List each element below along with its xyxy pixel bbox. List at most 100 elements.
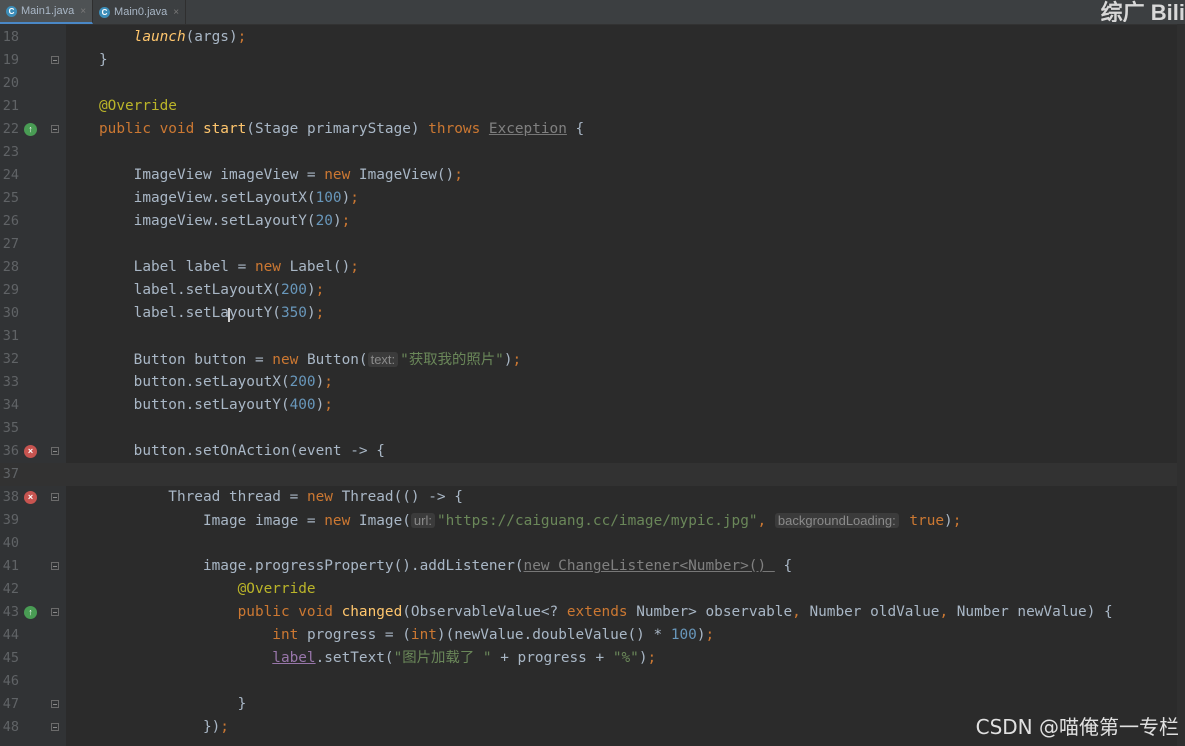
line-number[interactable]: 31 xyxy=(0,325,19,348)
close-icon[interactable]: × xyxy=(80,6,86,17)
line-number[interactable]: 18 xyxy=(0,26,19,49)
code-token: @Override xyxy=(99,98,177,114)
code-token: .setText( xyxy=(315,650,394,666)
line-number[interactable]: 22 xyxy=(0,118,19,141)
code-token: Exception xyxy=(488,121,567,137)
line-number[interactable]: 37 xyxy=(0,463,19,486)
code-line[interactable]: 19} xyxy=(0,49,1185,72)
line-number[interactable]: 27 xyxy=(0,233,19,256)
vertical-scrollbar[interactable] xyxy=(1177,24,1185,746)
fold-toggle-icon[interactable] xyxy=(51,608,59,616)
line-number[interactable]: 20 xyxy=(0,72,19,95)
line-number[interactable]: 26 xyxy=(0,210,19,233)
close-icon[interactable]: × xyxy=(173,7,179,18)
line-number[interactable]: 38 xyxy=(0,486,19,509)
fold-toggle-icon[interactable] xyxy=(51,56,59,64)
code-line[interactable]: 31 xyxy=(0,325,1185,348)
line-number[interactable]: 42 xyxy=(0,578,19,601)
code-token: int xyxy=(99,627,307,643)
error-icon[interactable]: × xyxy=(24,491,37,504)
code-line[interactable]: 26 imageView.setLayoutY(20); xyxy=(0,210,1185,233)
code-editor[interactable]: 18 launch(args); 19} 20 21 @Override 22 ↑ publi… xyxy=(0,24,1185,746)
fold-toggle-icon[interactable] xyxy=(51,447,59,455)
code-line[interactable]: 39 Image image = new Image(url: "https://… xyxy=(0,509,1185,532)
line-number[interactable]: 34 xyxy=(0,394,19,417)
code-line[interactable]: 44 int progress = (int)(newValue.doubleV… xyxy=(0,624,1185,647)
code-text: label.setLayoutX(200); xyxy=(99,279,325,302)
code-line[interactable]: 42 @Override xyxy=(0,578,1185,601)
line-number[interactable]: 25 xyxy=(0,187,19,210)
fold-toggle-icon[interactable] xyxy=(51,125,59,133)
code-line[interactable]: 20 xyxy=(0,72,1185,95)
code-line[interactable]: 43 ↑ public void changed(ObservableValue<… xyxy=(0,601,1185,624)
override-icon[interactable]: ↑ xyxy=(24,123,37,136)
tab-main1[interactable]: C Main1.java × xyxy=(0,0,94,24)
code-line[interactable]: 40 xyxy=(0,532,1185,555)
line-number[interactable]: 41 xyxy=(0,555,19,578)
code-line[interactable]: 41 image.progressProperty().addListener(… xyxy=(0,555,1185,578)
code-token: true xyxy=(900,513,945,529)
code-token: + progress + xyxy=(491,650,613,666)
code-line[interactable]: 18 launch(args); xyxy=(0,26,1185,49)
code-token: Number> observable xyxy=(636,604,793,620)
fold-toggle-icon[interactable] xyxy=(51,493,59,501)
code-token: 200 xyxy=(289,374,316,390)
code-text: public void start(Stage primaryStage) th… xyxy=(99,118,584,141)
code-text: Image image = new Image(url: "https://cai… xyxy=(99,509,961,533)
code-token: "%" xyxy=(612,650,639,666)
code-line[interactable]: 35 xyxy=(0,417,1185,440)
code-token: progress = ( xyxy=(306,627,411,643)
line-number[interactable]: 23 xyxy=(0,141,19,164)
line-number[interactable]: 19 xyxy=(0,49,19,72)
line-number[interactable]: 47 xyxy=(0,693,19,716)
code-line[interactable]: 34 button.setLayoutY(400); xyxy=(0,394,1185,417)
line-number[interactable]: 44 xyxy=(0,624,19,647)
fold-toggle-icon[interactable] xyxy=(51,723,59,731)
code-line[interactable]: 32 Button button = new Button(text: "获取我的… xyxy=(0,348,1185,371)
line-number[interactable]: 35 xyxy=(0,417,19,440)
code-line[interactable]: 46 xyxy=(0,670,1185,693)
line-number[interactable]: 21 xyxy=(0,95,19,118)
tab-main0[interactable]: C Main0.java × xyxy=(93,0,187,24)
code-line[interactable]: 45 label.setText("图片加载了 " + progress + "… xyxy=(0,647,1185,670)
error-icon[interactable]: × xyxy=(24,445,37,458)
fold-toggle-icon[interactable] xyxy=(51,700,59,708)
code-line[interactable]: 27 xyxy=(0,233,1185,256)
code-line[interactable]: 38 × Thread thread = new Thread(() -> { xyxy=(0,486,1185,509)
code-line[interactable]: 30 label.setLayoutY(350); xyxy=(0,302,1185,325)
code-line[interactable]: 28 Label label = new Label(); xyxy=(0,256,1185,279)
code-text: } xyxy=(99,693,247,716)
line-number[interactable]: 43 xyxy=(0,601,19,624)
code-token: Image image = xyxy=(99,513,325,529)
code-token: button.setLayoutX( xyxy=(99,374,290,390)
line-number[interactable]: 45 xyxy=(0,647,19,670)
code-token: ) xyxy=(332,213,342,229)
code-line[interactable]: 25 imageView.setLayoutX(100); xyxy=(0,187,1185,210)
line-number[interactable]: 48 xyxy=(0,716,19,739)
code-line[interactable]: 36 × button.setOnAction(event -> { xyxy=(0,440,1185,463)
line-number[interactable]: 33 xyxy=(0,371,19,394)
line-number[interactable]: 32 xyxy=(0,348,19,371)
code-token: new xyxy=(254,259,290,275)
code-text: @Override xyxy=(99,578,316,601)
code-line[interactable]: 37 xyxy=(0,463,1185,486)
code-token: Button button = xyxy=(99,352,273,368)
code-line[interactable]: 29 label.setLayoutX(200); xyxy=(0,279,1185,302)
line-number[interactable]: 46 xyxy=(0,670,19,693)
fold-toggle-icon[interactable] xyxy=(51,562,59,570)
line-number[interactable]: 24 xyxy=(0,164,19,187)
line-number[interactable]: 39 xyxy=(0,509,19,532)
tab-label: Main0.java xyxy=(114,6,168,18)
code-line[interactable]: 24 ImageView imageView = new ImageView()… xyxy=(0,164,1185,187)
line-number[interactable]: 28 xyxy=(0,256,19,279)
override-icon[interactable]: ↑ xyxy=(24,606,37,619)
line-number[interactable]: 36 xyxy=(0,440,19,463)
code-line[interactable]: 23 xyxy=(0,141,1185,164)
code-line[interactable]: 21 @Override xyxy=(0,95,1185,118)
code-token: ; xyxy=(237,29,247,45)
line-number[interactable]: 40 xyxy=(0,532,19,555)
line-number[interactable]: 30 xyxy=(0,302,19,325)
code-line[interactable]: 33 button.setLayoutX(200); xyxy=(0,371,1185,394)
line-number[interactable]: 29 xyxy=(0,279,19,302)
code-line[interactable]: 22 ↑ public void start(Stage primaryStage)… xyxy=(0,118,1185,141)
